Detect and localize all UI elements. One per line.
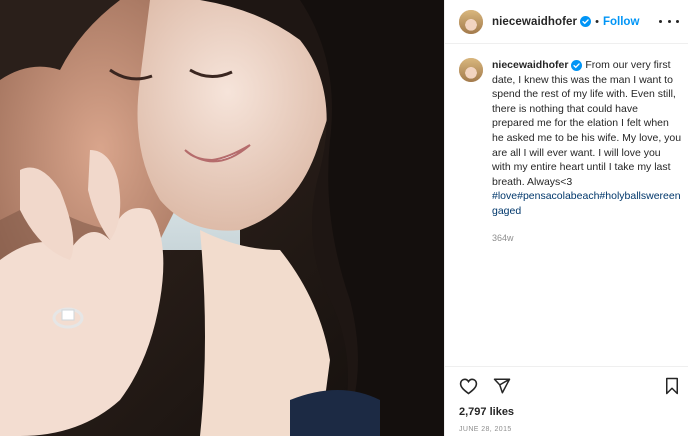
instagram-post: niecewaidhofer • Follow niecewaidhofer F… (0, 0, 688, 436)
caption-verified-badge-icon (571, 59, 583, 71)
follow-button[interactable]: Follow (603, 16, 639, 28)
post-date: JUNE 28, 2015 (459, 426, 512, 433)
header-separator: • (595, 15, 599, 28)
post-photo[interactable] (0, 0, 444, 436)
caption-avatar[interactable] (459, 58, 483, 82)
post-side-panel: niecewaidhofer • Follow niecewaidhofer F… (444, 0, 688, 436)
action-bar (445, 366, 688, 404)
more-options-icon[interactable] (659, 13, 679, 29)
caption-username[interactable]: niecewaidhofer (492, 59, 568, 71)
post-header: niecewaidhofer • Follow (445, 0, 688, 44)
caption-time-ago: 364w (492, 232, 514, 243)
caption-hashtags[interactable]: #love#pensacolabeach#holyballswereengage… (492, 190, 681, 217)
likes-count[interactable]: 2,797 likes (459, 406, 514, 418)
couple-photo-illustration (0, 0, 444, 436)
verified-badge-icon (580, 16, 592, 27)
username-link[interactable]: niecewaidhofer (492, 16, 577, 28)
caption-block: niecewaidhofer From our very first date,… (445, 44, 688, 366)
heart-icon[interactable] (457, 375, 479, 397)
caption-body: From our very first date, I knew this wa… (492, 59, 682, 188)
avatar[interactable] (459, 9, 483, 34)
paper-plane-icon[interactable] (491, 375, 513, 397)
caption-text: niecewaidhofer From our very first date,… (492, 58, 682, 366)
bookmark-icon[interactable] (661, 375, 683, 397)
